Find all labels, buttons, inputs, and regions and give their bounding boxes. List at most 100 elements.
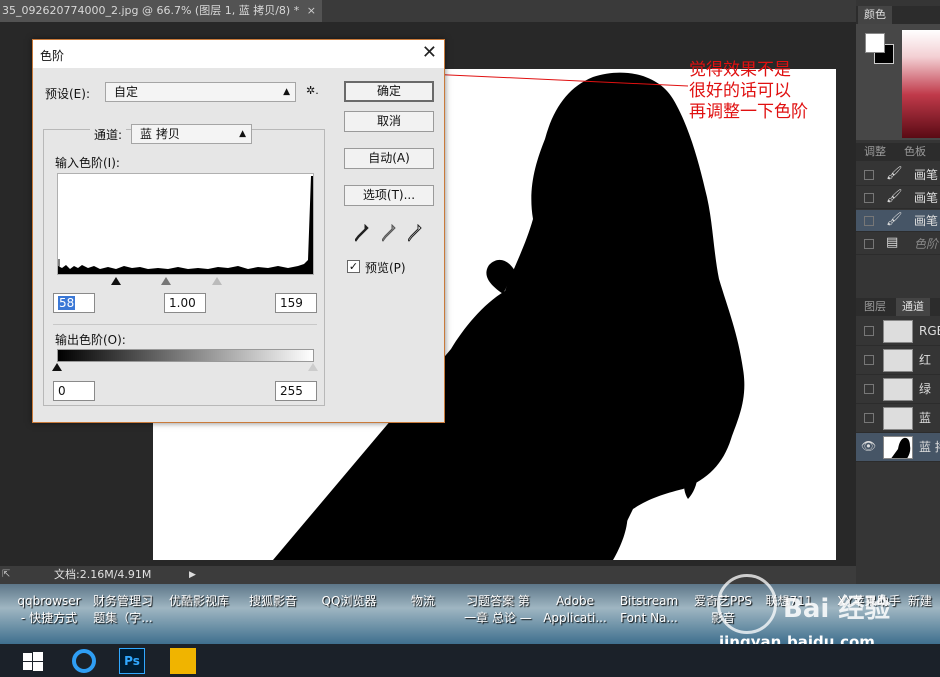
gear-icon[interactable]: ✲. xyxy=(306,84,319,97)
input-black-field[interactable]: 58 xyxy=(53,293,95,313)
tab-adjustments[interactable]: 调整 xyxy=(858,143,892,161)
input-gamma-slider[interactable] xyxy=(161,277,171,285)
history-checkbox[interactable] xyxy=(864,239,874,249)
desktop-icon-label: Adobe xyxy=(556,594,594,608)
color-panel xyxy=(856,24,940,140)
channel-value: 蓝 拷贝 xyxy=(140,127,180,141)
output-black-slider[interactable] xyxy=(52,363,62,371)
history-checkbox[interactable] xyxy=(864,170,874,180)
history-checkbox[interactable] xyxy=(864,193,874,203)
input-black-slider[interactable] xyxy=(111,277,121,285)
levels-dialog: 色阶 ✕ 预设(E): 自定 ▲ ✲. 通道: 蓝 拷贝 ▲ 输入色阶(I): … xyxy=(32,39,445,423)
channel-visibility-checkbox[interactable] xyxy=(864,355,874,365)
close-icon[interactable]: ✕ xyxy=(422,42,437,63)
desktop-icon[interactable]: 搜狐影音 xyxy=(236,593,310,610)
annotation-note: 觉得效果不是 很好的话可以 再调整一下色阶 xyxy=(689,60,808,123)
status-menu-arrow-icon[interactable]: ▶ xyxy=(189,566,196,584)
desktop-icon[interactable]: Bitstream Font Na... xyxy=(612,593,686,627)
desktop-icon-label: - 快捷方式 xyxy=(20,611,78,625)
tab-swatches[interactable]: 色板 xyxy=(898,143,932,161)
channel-row-red[interactable]: 红 xyxy=(856,346,940,375)
input-white-slider[interactable] xyxy=(212,277,222,285)
channel-label: 蓝 拷 xyxy=(919,440,940,454)
channel-row-blue[interactable]: 蓝 xyxy=(856,404,940,433)
tab-close-icon[interactable]: × xyxy=(307,0,316,22)
photoshop-icon[interactable]: Ps xyxy=(119,648,145,674)
desktop-icon[interactable]: 习题答案 第一章 总论 — xyxy=(461,593,535,627)
document-title: 35_092620774000_2.jpg @ 66.7% (图层 1, 蓝 拷… xyxy=(2,4,300,17)
channel-thumbnail xyxy=(883,407,913,430)
cancel-button[interactable]: 取消 xyxy=(344,111,434,132)
channel-label: 红 xyxy=(919,353,932,367)
input-white-value: 159 xyxy=(280,296,303,310)
output-white-field[interactable]: 255 xyxy=(275,381,317,401)
chevron-updown-icon: ▲ xyxy=(239,129,246,139)
preset-value: 自定 xyxy=(114,85,139,99)
channel-row-rgb[interactable]: RGB xyxy=(856,317,940,346)
channel-label: 蓝 xyxy=(919,411,932,425)
desktop-icon[interactable]: Adobe Applicati... xyxy=(538,593,612,627)
desktop-icon-label: Font Na... xyxy=(620,611,678,625)
history-item[interactable]: 🖌 画笔 xyxy=(856,187,940,209)
channel-visibility-checkbox[interactable] xyxy=(864,326,874,336)
document-icon: ▤ xyxy=(886,235,899,250)
output-black-field[interactable]: 0 xyxy=(53,381,95,401)
document-tab[interactable]: 35_092620774000_2.jpg @ 66.7% (图层 1, 蓝 拷… xyxy=(0,0,322,22)
channel-thumbnail xyxy=(883,378,913,401)
eye-icon[interactable]: 👁 xyxy=(861,439,876,453)
desktop-icon[interactable]: 物流 xyxy=(386,593,460,610)
dialog-titlebar[interactable]: 色阶 ✕ xyxy=(33,40,444,68)
histogram xyxy=(57,173,314,275)
channel-label: 绿 xyxy=(919,382,932,396)
auto-button[interactable]: 自动(A) xyxy=(344,148,434,169)
options-button[interactable]: 选项(T)... xyxy=(344,185,434,206)
desktop-icon[interactable]: 新建 xyxy=(900,593,940,610)
preview-checkbox[interactable]: ✓ xyxy=(347,260,360,273)
annotation-line: 觉得效果不是 xyxy=(689,60,791,80)
preview-label: 预览(P) xyxy=(365,261,406,275)
desktop-icon[interactable]: QQ浏览器 xyxy=(312,593,386,610)
tab-color[interactable]: 颜色 xyxy=(858,6,892,24)
gray-eyedropper-icon[interactable] xyxy=(382,224,396,242)
desktop-icon-label: 财务管理习 xyxy=(92,594,153,608)
channel-visibility-checkbox[interactable] xyxy=(864,413,874,423)
history-item-selected[interactable]: 🖌 画笔 xyxy=(856,210,940,232)
preset-select[interactable]: 自定 ▲ xyxy=(105,82,296,102)
brush-icon: 🖌 xyxy=(886,212,903,227)
desktop-icon-label: Applicati... xyxy=(543,611,607,625)
desktop-icon-label: 一章 总论 — xyxy=(464,611,532,625)
white-eyedropper-icon[interactable] xyxy=(408,224,422,242)
output-gradient-bar xyxy=(57,349,314,362)
channel-visibility-checkbox[interactable] xyxy=(864,384,874,394)
output-white-slider[interactable] xyxy=(308,363,318,371)
foreground-color-swatch[interactable] xyxy=(865,33,885,53)
black-eyedropper-icon[interactable] xyxy=(355,224,369,242)
channel-select[interactable]: 蓝 拷贝 ▲ xyxy=(131,124,252,144)
color-picker-field[interactable] xyxy=(902,30,940,138)
desktop-icon[interactable]: qqbrowser - 快捷方式 xyxy=(12,593,86,627)
app-icon[interactable] xyxy=(170,648,196,674)
qq-browser-icon[interactable] xyxy=(71,648,97,674)
desktop-icon[interactable]: 优酷影视库 xyxy=(162,593,236,610)
history-checkbox[interactable] xyxy=(864,216,874,226)
windows-start-icon[interactable] xyxy=(20,648,46,674)
ok-button[interactable]: 确定 xyxy=(344,81,434,102)
input-gamma-value: 1.00 xyxy=(169,296,196,310)
desktop-icon[interactable]: 财务管理习 题集（字... xyxy=(86,593,160,627)
history-item[interactable]: ▤ 色阶 xyxy=(856,233,940,255)
input-white-field[interactable]: 159 xyxy=(275,293,317,313)
channel-thumbnail xyxy=(883,349,913,372)
preset-label: 预设(E): xyxy=(45,87,90,101)
export-icon[interactable]: ⇱ xyxy=(2,566,10,584)
input-gamma-field[interactable]: 1.00 xyxy=(164,293,206,313)
history-label: 画笔 xyxy=(914,168,939,182)
tab-channels[interactable]: 通道 xyxy=(896,298,930,316)
desktop-icon-label: 物流 xyxy=(410,594,435,608)
tab-layers[interactable]: 图层 xyxy=(858,298,892,316)
desktop-icon-label: 优酷影视库 xyxy=(168,594,229,608)
desktop-icon-label: QQ浏览器 xyxy=(321,594,377,608)
baidu-watermark: Bai 经验 jingyan.baidu.com xyxy=(717,574,897,654)
history-item[interactable]: 🖌 画笔 xyxy=(856,164,940,186)
channel-row-blue-copy[interactable]: 👁 蓝 拷 xyxy=(856,433,940,462)
channel-row-green[interactable]: 绿 xyxy=(856,375,940,404)
